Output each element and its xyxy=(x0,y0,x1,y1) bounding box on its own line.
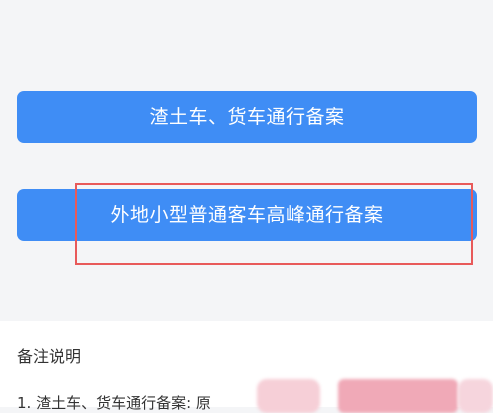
redaction-block xyxy=(458,379,493,413)
redaction-block xyxy=(257,379,320,413)
redaction-block xyxy=(338,379,458,413)
notes-panel: 备注说明 1. 渣土车、货车通行备案: 原 xyxy=(0,321,493,413)
nonlocal-small-car-filing-button[interactable]: 外地小型普通客车高峰通行备案 xyxy=(17,189,477,241)
notes-item-1: 1. 渣土车、货车通行备案: 原 xyxy=(17,394,211,412)
action-panel: 渣土车、货车通行备案 外地小型普通客车高峰通行备案 xyxy=(0,0,493,318)
muck-truck-filing-button[interactable]: 渣土车、货车通行备案 xyxy=(17,91,477,143)
notes-title: 备注说明 xyxy=(17,347,82,366)
